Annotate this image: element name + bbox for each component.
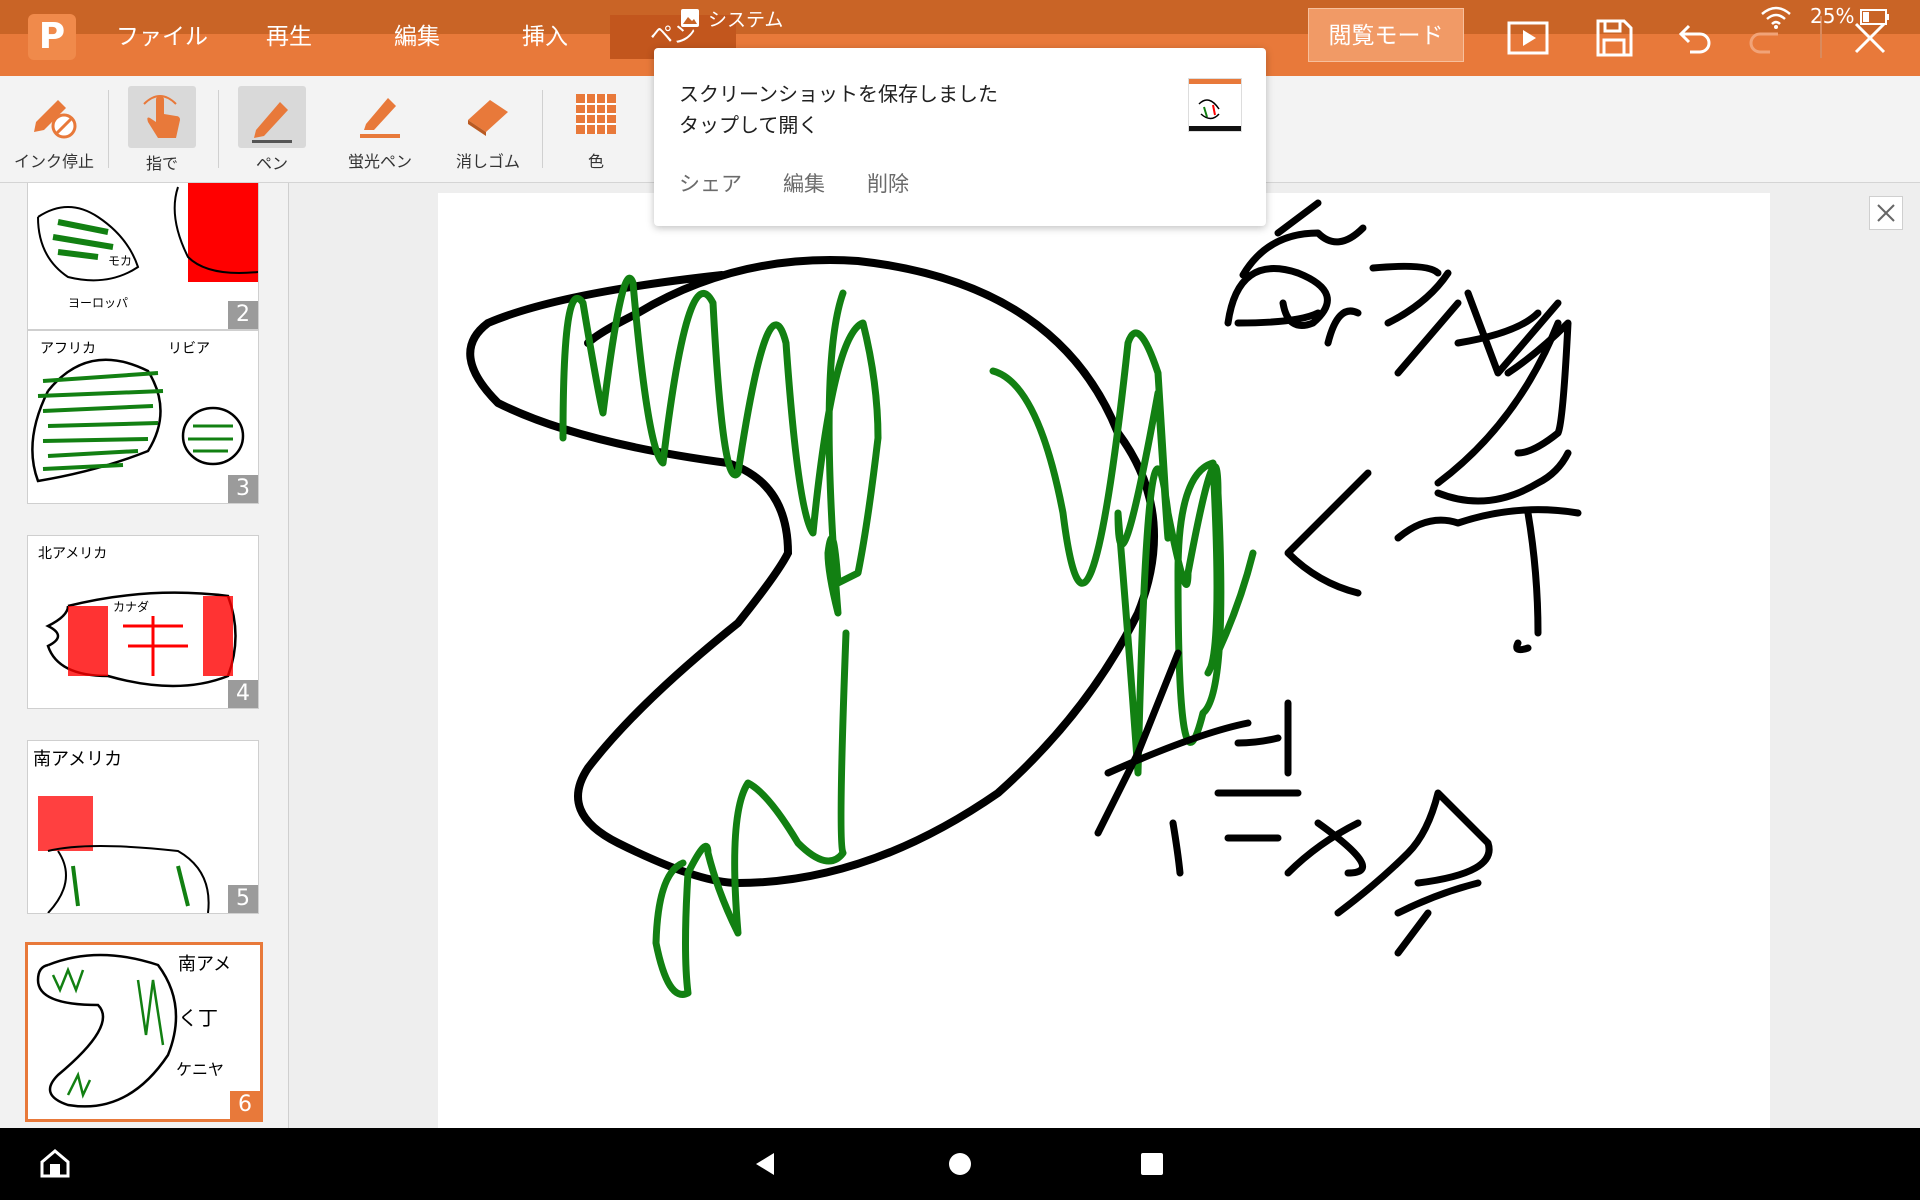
slide-number: 3	[228, 475, 258, 503]
system-navigation-bar	[0, 1128, 1920, 1200]
menu-file[interactable]: ファイル	[116, 22, 208, 52]
pen-icon	[252, 102, 292, 143]
separator	[108, 90, 109, 168]
notification-subtitle: タップして開く	[679, 113, 819, 137]
save-icon[interactable]	[1590, 14, 1638, 62]
ink-stop-tool[interactable]: インク停止	[4, 80, 104, 178]
slide-thumbnail-3[interactable]: アフリカ リビア 3	[27, 330, 259, 504]
svg-text:アフリカ: アフリカ	[40, 341, 96, 357]
highlighter-tool[interactable]: 蛍光ペン	[330, 80, 430, 178]
slide-thumbnail-5[interactable]: 南アメリカ 5	[27, 740, 259, 914]
slide-canvas[interactable]	[438, 193, 1770, 1128]
svg-text:北アメリカ: 北アメリカ	[38, 546, 107, 562]
back-icon[interactable]	[752, 1150, 780, 1178]
svg-text:ヨーロッパ: ヨーロッパ	[68, 296, 128, 310]
tool-label: 蛍光ペン	[347, 152, 412, 171]
home-icon[interactable]	[946, 1150, 974, 1178]
menu-edit[interactable]: 編集	[394, 22, 440, 52]
svg-text:リビア: リビア	[168, 341, 210, 357]
slide-number: 6	[230, 1091, 260, 1119]
notification-share-action[interactable]: シェア	[679, 168, 742, 198]
tool-label: ペン	[255, 154, 288, 173]
slide-thumbnail-6[interactable]: 南アメ く丁 ケニヤ 6	[25, 942, 263, 1122]
separator	[542, 90, 543, 168]
pen-tool[interactable]: ペン	[222, 80, 322, 178]
eraser-tool[interactable]: 消しゴム	[438, 80, 538, 178]
highlighter-icon	[360, 98, 400, 138]
battery-icon	[1860, 9, 1889, 25]
screenshot-notification[interactable]: スクリーンショットを保存しました タップして開く シェア 編集 削除	[654, 48, 1266, 226]
slide-drawing: 北アメリカ カナダ	[38, 546, 237, 688]
finger-tool[interactable]: 指で	[112, 80, 212, 178]
close-slide-panel-button[interactable]	[1869, 196, 1903, 230]
close-icon	[1877, 204, 1895, 222]
slide-drawing: 南アメ く丁 ケニヤ	[36, 953, 231, 1108]
tool-label: インク停止	[13, 152, 94, 171]
wifi-icon	[1761, 6, 1791, 29]
svg-text:ケニヤ: ケニヤ	[176, 1060, 224, 1079]
eraser-icon	[468, 100, 508, 136]
image-icon	[681, 9, 699, 27]
finger-icon	[143, 95, 180, 138]
slide-thumbnail-4[interactable]: 北アメリカ カナダ 4	[27, 535, 259, 709]
screenshot-preview-thumbnail	[1188, 78, 1242, 132]
notification-app-name: システム	[708, 9, 784, 31]
slide-thumbnail-panel[interactable]: モカ ヨーロッパ 2 アフリカ リビア 3 北アメリカ カナダ 4 南アメリカ …	[0, 183, 289, 1128]
tool-label: 色	[587, 152, 604, 171]
home-toolbox-icon[interactable]	[38, 1146, 72, 1180]
slide-number: 4	[228, 680, 258, 708]
separator	[218, 90, 219, 168]
svg-text:モカ: モカ	[108, 254, 132, 268]
recent-apps-icon[interactable]	[1138, 1150, 1166, 1178]
read-mode-button[interactable]: 閲覧モード	[1308, 8, 1464, 62]
slide-number: 5	[228, 885, 258, 913]
slide-thumbnail-2[interactable]: モカ ヨーロッパ 2	[27, 183, 259, 330]
notification-edit-action[interactable]: 編集	[783, 168, 825, 198]
undo-icon[interactable]	[1670, 14, 1718, 62]
slide-editor-area	[289, 183, 1920, 1128]
ink-stop-icon	[34, 100, 77, 139]
color-tool[interactable]: 色	[546, 80, 646, 178]
tool-label: 指で	[145, 154, 178, 173]
svg-text:南アメリカ: 南アメリカ	[33, 749, 122, 770]
menu-insert[interactable]: 挿入	[522, 22, 568, 52]
svg-text:南アメ: 南アメ	[178, 954, 231, 975]
battery-percent: 25%	[1810, 4, 1855, 28]
svg-text:く丁: く丁	[178, 1006, 218, 1030]
menu-play[interactable]: 再生	[266, 22, 312, 52]
slide-drawing: 南アメリカ	[33, 749, 210, 914]
slide-number: 2	[228, 301, 258, 329]
svg-text:カナダ: カナダ	[113, 599, 149, 614]
notification-delete-action[interactable]: 削除	[867, 168, 909, 198]
slide-drawing: モカ ヨーロッパ	[37, 183, 259, 310]
slide-drawing: アフリカ リビア	[31, 341, 245, 483]
tool-label: 消しゴム	[455, 152, 520, 171]
ink-drawing	[466, 199, 1582, 998]
notification-title: スクリーンショットを保存しました	[679, 82, 998, 106]
slideshow-play-icon[interactable]	[1504, 14, 1552, 62]
app-logo-icon[interactable]: P	[28, 14, 76, 60]
color-grid-icon	[576, 94, 616, 134]
